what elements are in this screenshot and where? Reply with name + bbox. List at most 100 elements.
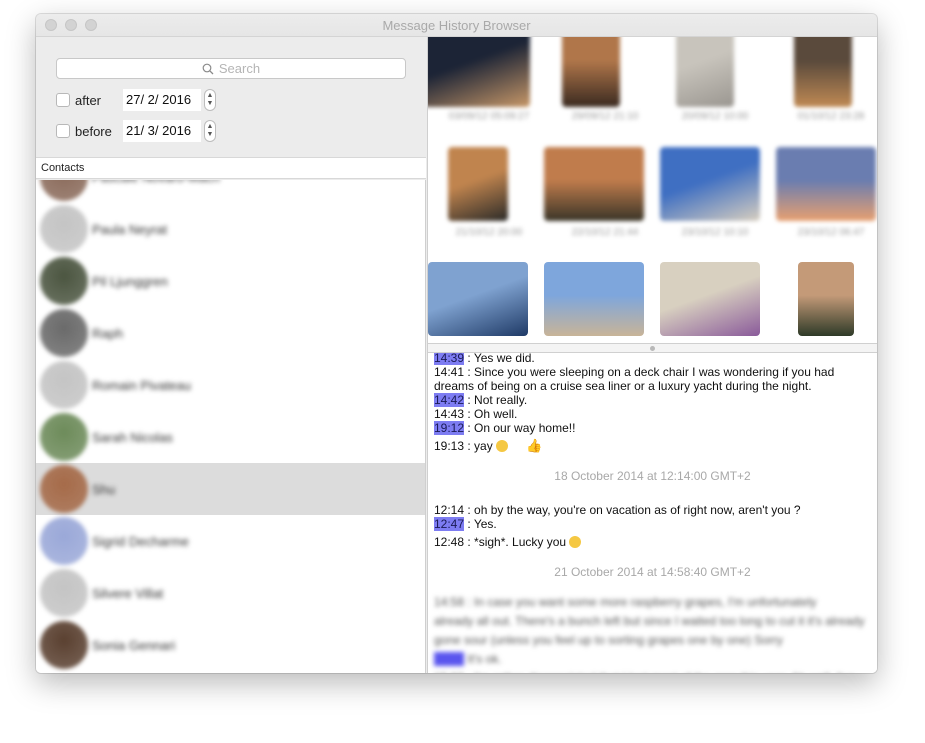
- contact-row[interactable]: Sarah Nicolas: [36, 411, 425, 463]
- blurred-message-line: 14:58 : In case you want some more raspb…: [434, 595, 817, 609]
- blurred-message-line: 15:00 It's ok.: [434, 650, 871, 669]
- attachment-thumbnail[interactable]: [660, 147, 760, 221]
- after-date-stepper[interactable]: ▲ ▼: [204, 89, 216, 111]
- attachment-thumbnail[interactable]: [544, 262, 644, 336]
- attachment-thumbnail[interactable]: [794, 37, 852, 107]
- attachment-thumbnail[interactable]: [448, 147, 508, 221]
- message-text: It's ok.: [464, 652, 502, 666]
- contact-row[interactable]: Sonia Gennari: [36, 619, 425, 671]
- left-pane: Search after 27/ 2/ 2016 ▲ ▼ before 21/ …: [36, 37, 426, 673]
- message-text: : On our way home!!: [464, 421, 576, 435]
- contact-row[interactable]: Pascale Novaro-Mach: [36, 180, 425, 203]
- thumbnail-timestamp: 20/09/12 10:00: [681, 111, 749, 122]
- chevron-down-icon[interactable]: ▼: [207, 100, 214, 108]
- message-text: : Yes.: [464, 517, 497, 531]
- thumbnail-timestamp: 21/10/12 20:00: [455, 227, 523, 238]
- date-separator: 21 October 2014 at 14:58:40 GMT+2: [554, 565, 751, 579]
- message-line: 14:39 : Yes we did.: [434, 353, 871, 365]
- thumbnail-timestamp: 22/10/12 21:44: [571, 227, 639, 238]
- message-timestamp: 15:00: [434, 652, 465, 666]
- attachment-thumbnail[interactable]: [428, 37, 530, 107]
- app-window: Message History Browser Search after 27/…: [36, 14, 877, 673]
- message-line: 14:43 : Oh well.: [434, 407, 871, 421]
- avatar: [40, 257, 88, 305]
- chevron-up-icon[interactable]: ▲: [207, 92, 214, 100]
- message-line: 14:42 : Not really.: [434, 393, 871, 407]
- avatar: [40, 621, 88, 669]
- message-timestamp: 19:13: [434, 439, 465, 453]
- search-input[interactable]: Search: [56, 58, 406, 79]
- avatar: [40, 465, 88, 513]
- blurred-message-line: gone sour (unless you feel up to sorting…: [434, 633, 783, 647]
- contact-name: Sarah Nicolas: [92, 429, 173, 445]
- message-line: 14:41 : Since you were sleeping on a dec…: [434, 365, 871, 393]
- contact-name: Shu: [92, 481, 116, 497]
- message-text: : Since you were sleeping on a deck chai…: [434, 365, 835, 393]
- message-text: : *sigh*. Lucky you: [464, 535, 570, 549]
- message-line: 12:47 : Yes.: [434, 517, 871, 531]
- before-date-stepper[interactable]: ▲ ▼: [204, 120, 216, 142]
- message-timestamp: 19:12: [434, 421, 465, 435]
- search-placeholder: Search: [218, 61, 261, 76]
- after-filter-row: after 27/ 2/ 2016 ▲ ▼: [56, 88, 216, 112]
- after-label: after: [75, 92, 102, 108]
- message-timestamp: 14:42: [434, 393, 465, 407]
- avatar: [40, 413, 88, 461]
- message-text: : Oh well.: [464, 407, 518, 421]
- contact-name: Romain Pivateau: [92, 377, 191, 393]
- contact-row[interactable]: Romain Pivateau: [36, 359, 425, 411]
- avatar: [40, 517, 88, 565]
- message-line: 19:12 : On our way home!!: [434, 421, 871, 435]
- search-icon: [202, 63, 214, 74]
- attachment-thumbnail[interactable]: [676, 37, 734, 107]
- smiley-emoji-icon: [496, 440, 509, 452]
- message-line: 12:14 : oh by the way, you're on vacatio…: [434, 503, 871, 517]
- before-label: before: [75, 123, 112, 139]
- message-text: : yay: [464, 439, 497, 453]
- message-text: : Yes we did.: [464, 353, 535, 365]
- attachment-thumbnail[interactable]: [562, 37, 620, 107]
- message-text: : Not really.: [464, 393, 528, 407]
- contacts-list[interactable]: Pascale Novaro-Mach Paula Neyrat Pil Ljung…: [36, 180, 426, 673]
- thumbnail-timestamp: 29/09/12 21:10: [571, 111, 639, 122]
- contacts-column-header[interactable]: Contacts: [36, 157, 426, 179]
- blurred-message-line: already all out. There's a bunch left bu…: [434, 614, 865, 628]
- avatar: [40, 205, 88, 253]
- contact-name: Silvere Villat: [92, 585, 164, 601]
- attachment-thumbnail[interactable]: [798, 262, 854, 336]
- thumbnail-timestamp: 23/10/12 10:10: [681, 227, 749, 238]
- avatar: [40, 569, 88, 617]
- contact-row[interactable]: Pil Ljunggren: [36, 255, 425, 307]
- message-line: 12:48 : *sigh*. Lucky you: [434, 535, 871, 549]
- after-checkbox[interactable]: [56, 93, 70, 107]
- smiley-emoji-icon: [569, 536, 582, 548]
- chevron-down-icon[interactable]: ▼: [207, 131, 214, 139]
- contact-name: Raph: [92, 325, 124, 341]
- contact-row[interactable]: Paula Neyrat: [36, 203, 425, 255]
- contact-row[interactable]: Silvere Villat: [36, 567, 425, 619]
- message-transcript[interactable]: 14:39 : Yes we did. 14:41 : Since you wer…: [428, 353, 877, 673]
- attachment-thumbnail[interactable]: [428, 262, 528, 336]
- split-view-divider[interactable]: [428, 343, 877, 353]
- contact-row[interactable]: Sigrid Decharme: [36, 515, 425, 567]
- title-bar[interactable]: Message History Browser: [36, 14, 877, 37]
- chevron-up-icon[interactable]: ▲: [207, 123, 214, 131]
- avatar: [40, 180, 88, 201]
- blurred-message-line: 15:02 : I'm rather disappointed that I l…: [434, 669, 871, 673]
- attachment-thumbnail[interactable]: [544, 147, 644, 221]
- after-date-field[interactable]: 27/ 2/ 2016: [123, 89, 201, 111]
- attachment-thumbnail[interactable]: [776, 147, 876, 221]
- thumbnail-timestamp: 01/10/12 23:28: [797, 111, 865, 122]
- attachment-thumbnail[interactable]: [660, 262, 760, 336]
- contact-name: Pil Ljunggren: [92, 273, 168, 289]
- avatar: [40, 361, 88, 409]
- contact-row[interactable]: Shu: [36, 463, 425, 515]
- contact-row[interactable]: Raph: [36, 307, 425, 359]
- contact-name: Sigrid Decharme: [92, 533, 189, 549]
- message-text: : oh by the way, you're on vacation as o…: [464, 503, 801, 517]
- attachments-gallery[interactable]: 03/09/12 05:09:27 29/09/12 21:10 20/09/12 …: [428, 37, 877, 343]
- before-date-field[interactable]: 21/ 3/ 2016: [123, 120, 201, 142]
- divider-handle-icon[interactable]: [650, 346, 655, 351]
- thumbnail-timestamp: 23/10/12 06:47: [797, 227, 865, 238]
- before-checkbox[interactable]: [56, 124, 70, 138]
